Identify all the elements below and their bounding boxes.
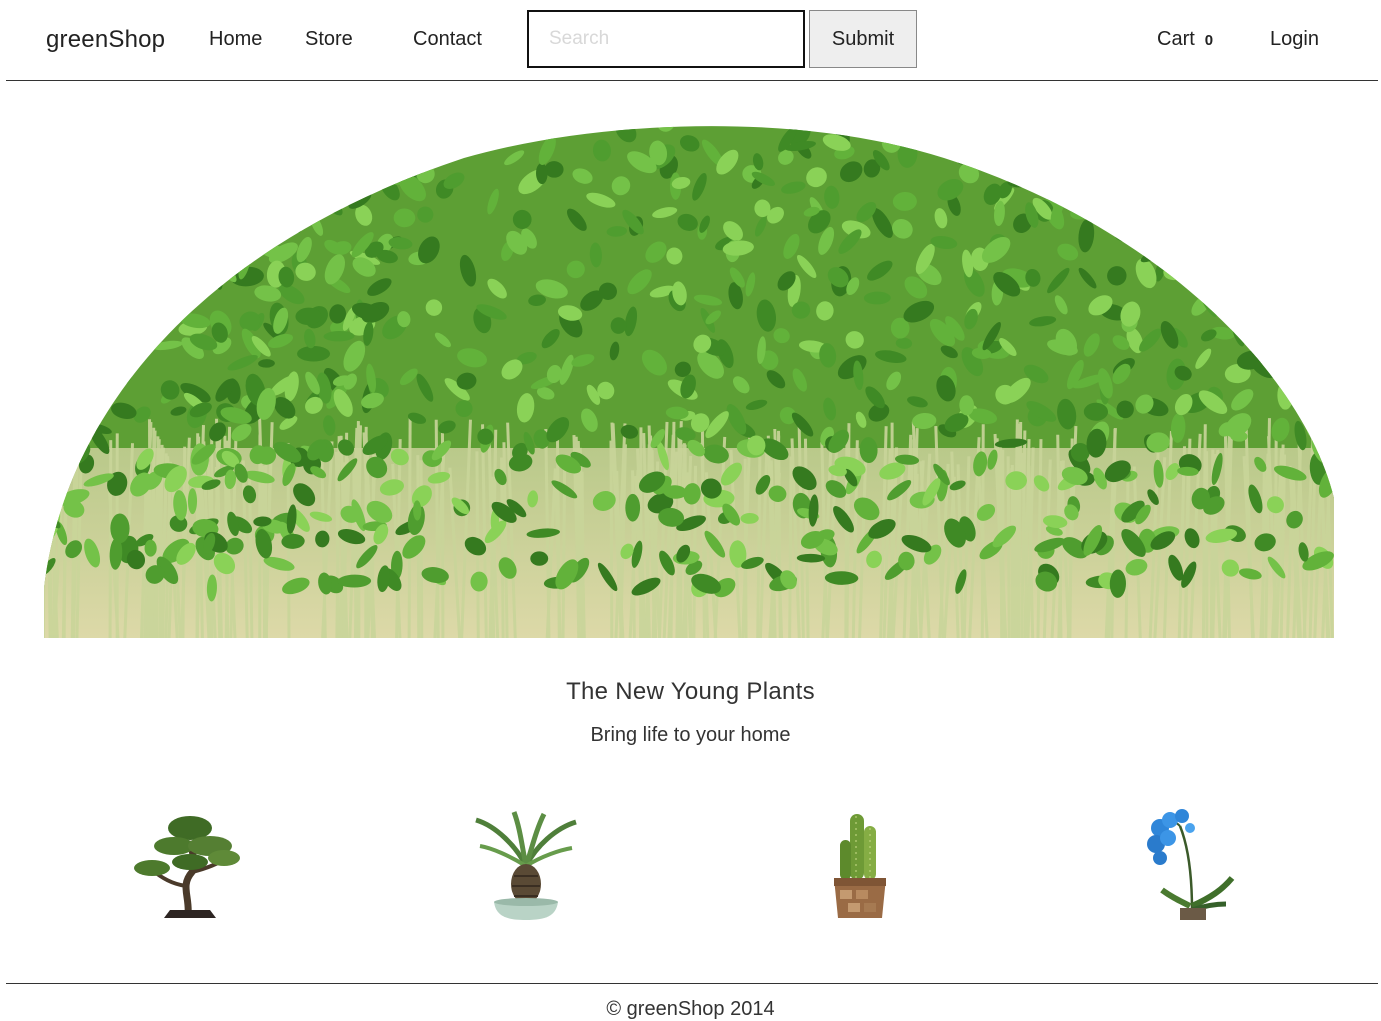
cart-count-badge: 0: [1204, 32, 1214, 49]
product-cactus[interactable]: [800, 806, 920, 924]
product-bonsai[interactable]: [130, 806, 250, 924]
nav-store-link[interactable]: Store: [305, 28, 353, 51]
footer-copyright: © greenShop 2014: [606, 998, 775, 1020]
product-cycad[interactable]: [466, 806, 586, 924]
cycad-pot-icon: [475, 811, 577, 920]
hero-cress-image: [44, 118, 1334, 638]
brand-logo[interactable]: greenShop: [46, 26, 165, 54]
cress-sprouts-icon: [44, 126, 1334, 638]
bonsai-tree-icon: [134, 816, 240, 918]
product-orchid[interactable]: [1130, 806, 1250, 924]
submit-button[interactable]: Submit: [809, 10, 917, 68]
top-navigation: greenShop Home Store Contact Submit Cart…: [6, 0, 1378, 81]
blue-orchid-icon: [1147, 809, 1235, 920]
cart-link[interactable]: Cart 0: [1157, 28, 1213, 51]
tagline-title: The New Young Plants: [566, 678, 815, 705]
tagline-subtitle: Bring life to your home: [590, 724, 791, 746]
footer-divider: [6, 983, 1378, 984]
nav-home-link[interactable]: Home: [209, 28, 262, 51]
nav-contact-link[interactable]: Contact: [413, 28, 482, 51]
cactus-pot-icon: [834, 814, 886, 918]
cart-label: Cart: [1157, 28, 1195, 50]
login-link[interactable]: Login: [1270, 28, 1319, 51]
search-input[interactable]: [527, 10, 805, 68]
